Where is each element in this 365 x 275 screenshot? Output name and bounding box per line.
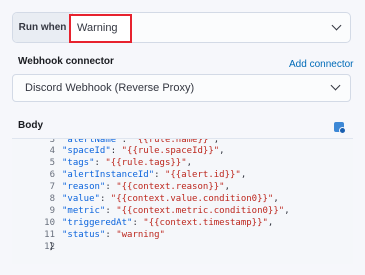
json-value: "{{context.value.condition0}}" xyxy=(110,194,274,204)
json-key: "value" xyxy=(62,194,100,204)
json-separator: , xyxy=(267,218,274,228)
code-content: "value": "{{context.value.condition0}}", xyxy=(62,194,279,204)
line-number: 9 xyxy=(49,206,55,216)
json-separator: , xyxy=(273,194,279,204)
code-line: 12} xyxy=(12,241,353,253)
line-number: 4 xyxy=(49,146,55,156)
line-number: 11 xyxy=(44,230,55,240)
code-content: "alertInstanceId": "{{alert.id}}", xyxy=(62,170,247,180)
chevron-down-icon[interactable] xyxy=(331,20,342,31)
json-value: "{{context.reason}}" xyxy=(116,182,225,192)
line-number: 5 xyxy=(49,158,55,168)
closing-brace: } xyxy=(49,242,55,252)
json-value: "{{alert.id}}" xyxy=(164,170,241,180)
code-content: "status": "warning" xyxy=(62,230,165,240)
run-when-value[interactable]: Warning xyxy=(69,14,132,43)
code-content: "reason": "{{context.reason}}", xyxy=(62,182,230,192)
code-content: "metric": "{{context.metric.condition0}}… xyxy=(62,206,290,216)
code-line: 6 "alertInstanceId": "{{alert.id}}", xyxy=(12,169,353,181)
json-key: "spaceId" xyxy=(62,146,111,156)
webhook-connector-value: Discord Webhook (Reverse Proxy) xyxy=(25,82,195,94)
json-separator: , xyxy=(219,146,225,156)
json-key: "status" xyxy=(62,230,106,240)
json-key: "alertInstanceId" xyxy=(62,170,155,180)
code-line: 5 "tags": "{{rule.tags}}", xyxy=(12,157,353,169)
add-connector-link[interactable]: Add connector xyxy=(289,59,354,70)
body-code-editor[interactable]: 3 "alertName": "{{rule.name}}", 4 "spaceId"… xyxy=(12,138,353,264)
json-key: "alertName" xyxy=(62,138,122,145)
json-key: "metric" xyxy=(62,206,106,216)
line-number: 6 xyxy=(49,170,55,180)
run-when-label: Run when xyxy=(13,13,73,42)
code-line: 7 "reason": "{{context.reason}}", xyxy=(12,181,353,193)
code-line: 10 "triggeredAt": "{{context.timestamp}}"… xyxy=(12,217,353,229)
code-content: } xyxy=(49,241,54,253)
json-value: "{{context.metric.condition0}}" xyxy=(116,206,285,216)
json-value: "{{context.timestamp}}" xyxy=(143,218,268,228)
run-when-select[interactable]: Run when Warning xyxy=(12,12,351,43)
webhook-connector-label: Webhook connector xyxy=(18,56,114,67)
json-separator: , xyxy=(284,206,290,216)
json-separator: , xyxy=(240,170,247,180)
line-number: 7 xyxy=(49,182,55,192)
code-content: "spaceId": "{{rule.spaceId}}", xyxy=(62,146,225,156)
line-number: 10 xyxy=(44,218,55,228)
code-line: 8 "value": "{{context.value.condition0}}"… xyxy=(12,193,353,205)
json-separator: , xyxy=(186,158,193,168)
json-key: "reason" xyxy=(62,182,106,192)
webhook-connector-select[interactable]: Discord Webhook (Reverse Proxy) xyxy=(12,74,351,102)
json-value: "warning" xyxy=(116,230,165,240)
json-value: "{{rule.spaceId}}" xyxy=(121,146,220,156)
json-separator: , xyxy=(213,138,220,145)
json-value: "{{rule.name}}" xyxy=(132,138,214,145)
json-key: "tags" xyxy=(62,158,95,168)
code-line: 11 "status": "warning" xyxy=(12,229,353,241)
code-line: 9 "metric": "{{context.metric.condition0}… xyxy=(12,205,353,217)
code-line: 4 "spaceId": "{{rule.spaceId}}", xyxy=(12,145,353,157)
code-content: "triggeredAt": "{{context.timestamp}}", xyxy=(62,218,274,228)
add-variable-icon[interactable] xyxy=(334,122,346,134)
code-content: "tags": "{{rule.tags}}", xyxy=(62,158,193,168)
json-separator: , xyxy=(224,182,230,192)
chevron-down-icon[interactable] xyxy=(330,80,341,91)
line-number: 8 xyxy=(49,194,55,204)
json-key: "triggeredAt" xyxy=(62,218,133,228)
body-label: Body xyxy=(18,120,43,131)
json-value: "{{rule.tags}}" xyxy=(105,158,187,168)
